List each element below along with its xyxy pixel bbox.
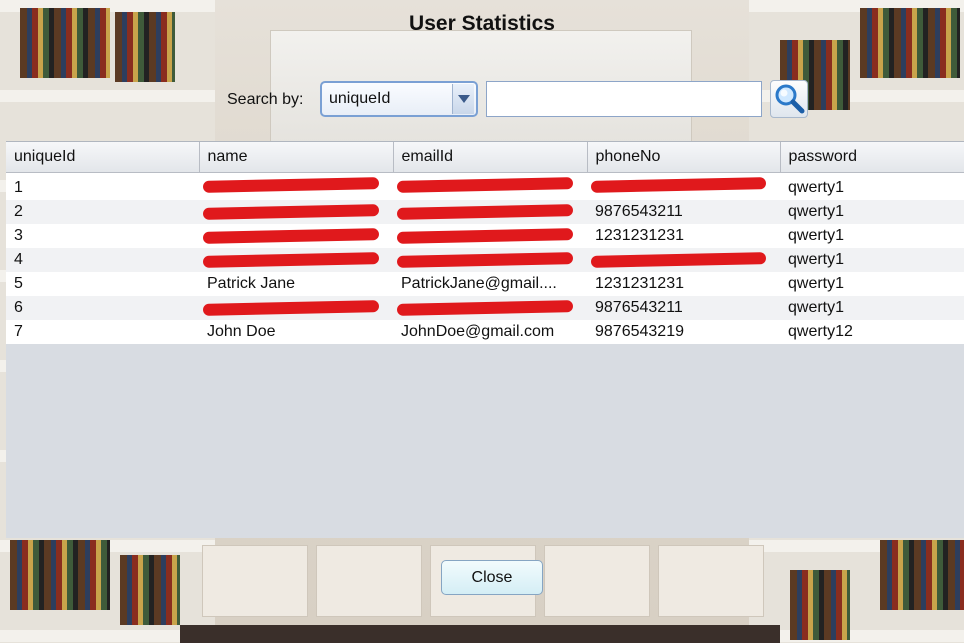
column-header-phoneno[interactable]: phoneNo [587,142,781,173]
cell-phoneno: 9876543211 [587,296,780,320]
cell-emailid: PatrickJane@gmail.... [393,272,587,296]
cell-phoneno: 1231231231 [587,272,780,296]
cell-uniqueid: 4 [6,248,199,272]
table-row[interactable]: 2 9876543211 qwerty1 [6,200,964,224]
table-row[interactable]: 7 John Doe JohnDoe@gmail.com 9876543219 qwer… [6,320,964,344]
cell-emailid [393,172,587,200]
column-header-emailid[interactable]: emailId [393,142,588,173]
cell-password: qwerty1 [780,200,964,224]
column-header-uniqueid[interactable]: uniqueId [6,142,200,173]
cell-uniqueid: 7 [6,320,199,344]
cell-phoneno: 9876543219 [587,320,780,344]
cell-uniqueid: 5 [6,272,199,296]
cell-name [199,172,393,200]
cell-name [199,200,393,224]
chevron-down-icon[interactable] [452,84,474,114]
search-field-selected: uniqueId [329,90,391,107]
cell-password: qwerty1 [780,296,964,320]
cell-uniqueid: 2 [6,200,199,224]
cell-emailid [393,248,587,272]
cell-emailid [393,224,587,248]
user-table-container[interactable]: uniqueId name emailId phoneNo password 1… [6,141,964,538]
close-button[interactable]: Close [441,560,543,595]
search-input[interactable] [486,81,762,117]
cell-phoneno: 1231231231 [587,224,780,248]
cell-uniqueid: 6 [6,296,199,320]
cell-name [199,224,393,248]
cabinet [658,545,764,617]
cell-password: qwerty1 [780,248,964,272]
cell-password: qwerty12 [780,320,964,344]
cell-emailid: JohnDoe@gmail.com [393,320,587,344]
cell-uniqueid: 1 [6,172,199,200]
table-row[interactable]: 4 qwerty1 [6,248,964,272]
cell-password: qwerty1 [780,272,964,296]
cell-name: Patrick Jane [199,272,393,296]
user-table: uniqueId name emailId phoneNo password 1… [6,142,964,344]
table-row[interactable]: 1 qwerty1 [6,172,964,200]
table-header-row: uniqueId name emailId phoneNo password [6,142,964,173]
search-by-label: Search by: [227,91,304,108]
magnifier-icon [773,82,805,117]
cell-phoneno [587,248,780,272]
cell-emailid [393,200,587,224]
window-title: User Statistics [409,12,555,35]
cabinet [544,545,650,617]
books-right-3 [880,540,964,610]
cell-emailid [393,296,587,320]
cabinet [316,545,422,617]
table-row[interactable]: 6 9876543211 qwerty1 [6,296,964,320]
cell-password: qwerty1 [780,224,964,248]
cell-uniqueid: 3 [6,224,199,248]
search-field-dropdown[interactable]: uniqueId [320,81,478,117]
table-row[interactable]: 3 1231231231 qwerty1 [6,224,964,248]
table-row[interactable]: 5 Patrick Jane PatrickJane@gmail.... 123123… [6,272,964,296]
cabinet [202,545,308,617]
cell-name [199,296,393,320]
cell-phoneno [587,172,780,200]
floor [180,625,780,643]
column-header-password[interactable]: password [780,142,964,173]
column-header-name[interactable]: name [199,142,394,173]
books-right-4 [790,570,850,640]
search-button[interactable] [770,80,808,118]
cell-password: qwerty1 [780,172,964,200]
cell-name: John Doe [199,320,393,344]
books-left-3 [10,540,110,610]
cell-phoneno: 9876543211 [587,200,780,224]
cell-name [199,248,393,272]
books-left-4 [120,555,180,625]
